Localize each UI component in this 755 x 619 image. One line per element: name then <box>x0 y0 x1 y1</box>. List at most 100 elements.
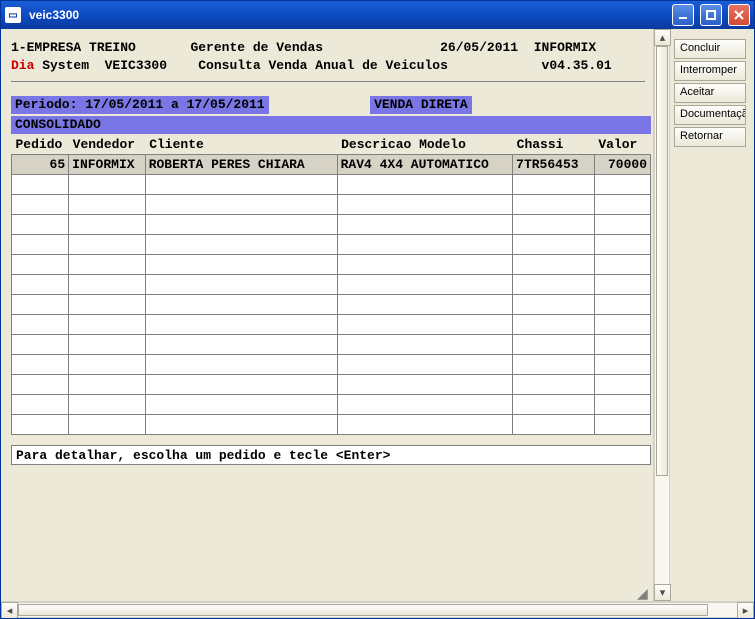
table-row[interactable] <box>12 374 651 394</box>
table-row[interactable] <box>12 414 651 434</box>
cell-empty <box>145 274 337 294</box>
report-header: 1-EMPRESA TREINO Gerente de Vendas 26/05… <box>11 39 645 75</box>
cell-empty <box>12 354 69 374</box>
cell-empty <box>594 174 650 194</box>
app-icon: ▭ <box>5 7 21 23</box>
results-table: Pedido Vendedor Cliente Descricao Modelo… <box>11 136 651 435</box>
cell-empty <box>513 234 595 254</box>
cell-empty <box>513 214 595 234</box>
scroll-left-button[interactable]: ◂ <box>1 602 18 618</box>
cell-empty <box>145 314 337 334</box>
cell-empty <box>513 414 595 434</box>
hint-bar: Para detalhar, escolha um pedido e tecle… <box>11 445 651 465</box>
scroll-down-button[interactable]: ▾ <box>654 584 671 601</box>
cell-empty <box>69 334 146 354</box>
table-row[interactable] <box>12 274 651 294</box>
cell-empty <box>594 354 650 374</box>
cell-pedido: 65 <box>12 154 69 174</box>
cell-empty <box>594 194 650 214</box>
cell-empty <box>145 394 337 414</box>
consolidado-bar: CONSOLIDADO <box>11 116 651 134</box>
periodo-badge: Periodo: 17/05/2011 a 17/05/2011 <box>11 96 269 114</box>
hscroll-thumb[interactable] <box>18 604 708 616</box>
cell-empty <box>69 314 146 334</box>
table-row[interactable] <box>12 234 651 254</box>
cell-empty <box>12 374 69 394</box>
col-valor: Valor <box>594 136 650 154</box>
content-pane: 1-EMPRESA TREINO Gerente de Vendas 26/05… <box>1 29 653 601</box>
cell-empty <box>12 194 69 214</box>
close-button[interactable] <box>728 4 750 26</box>
cell-empty <box>69 294 146 314</box>
cell-empty <box>513 294 595 314</box>
cell-empty <box>337 174 513 194</box>
maximize-button[interactable] <box>700 4 722 26</box>
interromper-button[interactable]: Interromper <box>674 61 746 81</box>
aceitar-button[interactable]: Aceitar <box>674 83 746 103</box>
cell-empty <box>69 274 146 294</box>
cell-empty <box>594 374 650 394</box>
concluir-button[interactable]: Concluir <box>674 39 746 59</box>
table-row[interactable] <box>12 334 651 354</box>
hscroll-track[interactable] <box>18 602 737 618</box>
cell-empty <box>513 194 595 214</box>
table-row[interactable] <box>12 254 651 274</box>
col-descricao: Descricao Modelo <box>337 136 513 154</box>
cell-empty <box>337 374 513 394</box>
window-body: 1-EMPRESA TREINO Gerente de Vendas 26/05… <box>1 29 754 618</box>
cell-empty <box>513 354 595 374</box>
cell-empty <box>12 234 69 254</box>
cell-empty <box>513 274 595 294</box>
cell-empty <box>337 394 513 414</box>
table-row[interactable]: 65INFORMIXROBERTA PERES CHIARARAV4 4X4 A… <box>12 154 651 174</box>
horizontal-scrollbar[interactable]: ◂ ▸ <box>1 601 754 618</box>
retornar-button[interactable]: Retornar <box>674 127 746 147</box>
cell-empty <box>69 214 146 234</box>
scroll-up-button[interactable]: ▴ <box>654 29 671 46</box>
action-sidebar: ConcluirInterromperAceitarDocumentaçãoRe… <box>670 29 754 601</box>
scroll-right-button[interactable]: ▸ <box>737 602 754 618</box>
cell-descricao: RAV4 4X4 AUTOMATICO <box>337 154 513 174</box>
user-label: INFORMIX <box>534 40 596 55</box>
table-row[interactable] <box>12 194 651 214</box>
minimize-button[interactable] <box>672 4 694 26</box>
table-row[interactable] <box>12 314 651 334</box>
cell-empty <box>69 194 146 214</box>
version-label: v04.35.01 <box>542 58 612 73</box>
cell-empty <box>513 374 595 394</box>
cell-empty <box>69 394 146 414</box>
documentacao-button[interactable]: Documentação <box>674 105 746 125</box>
table-row[interactable] <box>12 294 651 314</box>
cell-empty <box>145 414 337 434</box>
cell-empty <box>69 354 146 374</box>
cell-empty <box>594 254 650 274</box>
table-row[interactable] <box>12 394 651 414</box>
cell-empty <box>145 374 337 394</box>
table-row[interactable] <box>12 174 651 194</box>
cell-empty <box>594 294 650 314</box>
cell-empty <box>594 334 650 354</box>
filter-row: Periodo: 17/05/2011 a 17/05/2011 VENDA D… <box>11 96 645 114</box>
titlebar: ▭ veic3300 <box>1 1 754 29</box>
col-vendedor: Vendedor <box>69 136 146 154</box>
cell-empty <box>337 314 513 334</box>
table-header-row: Pedido Vendedor Cliente Descricao Modelo… <box>12 136 651 154</box>
table-row[interactable] <box>12 214 651 234</box>
cell-empty <box>594 394 650 414</box>
vertical-scrollbar[interactable]: ▴ ▾ <box>653 29 670 601</box>
cell-empty <box>513 394 595 414</box>
resize-grip-icon[interactable]: ◢ <box>637 585 651 599</box>
table-row[interactable] <box>12 354 651 374</box>
scroll-thumb[interactable] <box>656 46 668 476</box>
cell-empty <box>513 314 595 334</box>
cell-valor: 70000 <box>594 154 650 174</box>
scroll-track[interactable] <box>654 46 670 584</box>
sys-prefix: Dia <box>11 58 34 73</box>
cell-empty <box>69 374 146 394</box>
cell-empty <box>513 254 595 274</box>
cell-empty <box>145 234 337 254</box>
cell-empty <box>69 174 146 194</box>
cell-cliente: ROBERTA PERES CHIARA <box>145 154 337 174</box>
app-window: ▭ veic3300 1-EMPRESA TREINO Gerente de V… <box>0 0 755 619</box>
cell-empty <box>12 394 69 414</box>
